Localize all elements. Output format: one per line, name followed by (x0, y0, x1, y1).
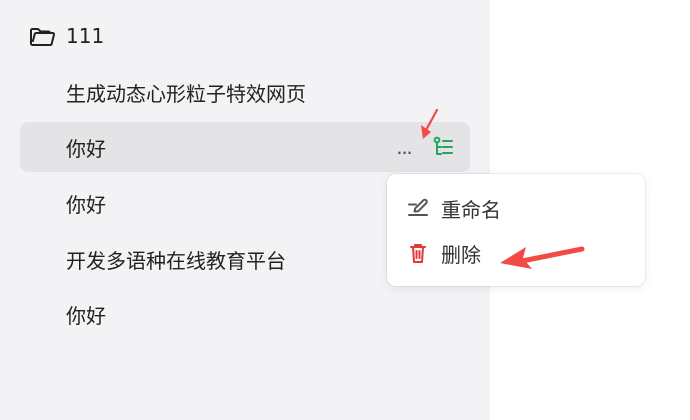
rename-menu-item[interactable]: 重命名 (405, 193, 501, 223)
chat-title: 你好 (66, 303, 106, 328)
chat-title: 生成动态心形粒子特效网页 (66, 81, 306, 106)
delete-menu-item[interactable]: 删除 (405, 238, 481, 268)
edit-icon (405, 195, 431, 221)
context-menu: 重命名 删除 (387, 174, 645, 286)
folder-label: 111 (66, 24, 105, 48)
folder-row[interactable]: 111 (28, 18, 104, 54)
rename-label: 重命名 (441, 197, 501, 222)
chat-item[interactable]: 你好 (20, 289, 470, 339)
chat-item-active[interactable]: 你好 ... (20, 122, 470, 172)
folder-open-icon (28, 22, 56, 50)
chat-item-actions: ... (390, 134, 456, 160)
chat-item[interactable]: 生成动态心形粒子特效网页 (20, 67, 470, 117)
trash-icon (405, 240, 431, 266)
delete-label: 删除 (441, 242, 481, 267)
tree-icon[interactable] (430, 134, 456, 160)
chat-title: 你好 (66, 136, 106, 161)
more-icon-button[interactable]: ... (390, 135, 418, 159)
chat-sidebar-screen: 111 生成动态心形粒子特效网页 你好 ... 你好 开发多语种在线教育平台 你… (0, 0, 690, 420)
